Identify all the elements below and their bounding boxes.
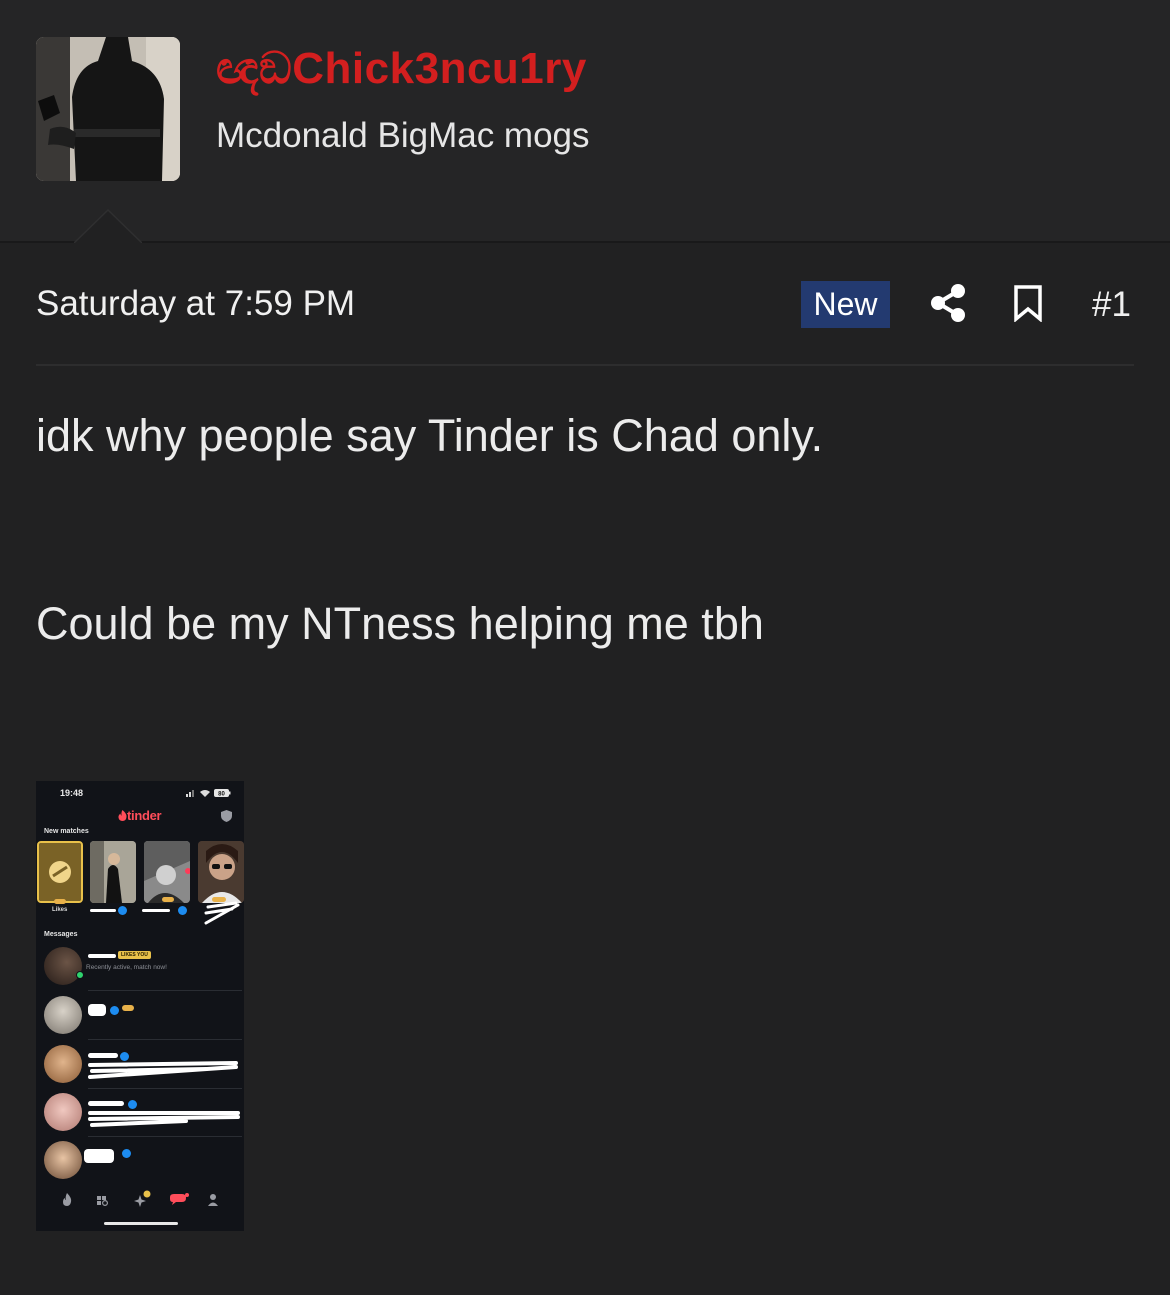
likes-card[interactable] xyxy=(37,841,83,903)
bookmark-icon[interactable] xyxy=(1012,284,1044,322)
redacted-name xyxy=(90,909,116,912)
avatar[interactable] xyxy=(36,37,180,181)
match-photo xyxy=(198,841,244,903)
redacted-name xyxy=(84,1149,114,1163)
match-photo xyxy=(90,841,136,903)
message-row[interactable] xyxy=(42,1089,242,1137)
explore-icon[interactable] xyxy=(97,1196,108,1207)
message-avatar xyxy=(44,947,82,985)
recent-activity-text: Recently active, match now! xyxy=(86,964,167,971)
verified-icon xyxy=(118,906,127,915)
redacted-name xyxy=(88,1004,106,1016)
tinder-logo: tinder xyxy=(118,808,162,823)
redacted-name xyxy=(88,1053,118,1058)
redacted-name xyxy=(88,1101,124,1106)
header-divider xyxy=(0,241,1170,243)
phone-time: 19:48 xyxy=(60,788,84,798)
verified-icon xyxy=(178,906,187,915)
row-divider xyxy=(88,990,242,991)
chat-icon[interactable] xyxy=(170,1193,189,1205)
emoji-mark xyxy=(162,897,174,902)
redacted-name xyxy=(142,909,170,912)
battery-level: 80 xyxy=(218,792,225,798)
share-icon[interactable] xyxy=(928,282,968,324)
post-date[interactable]: Saturday at 7:59 PM xyxy=(36,284,355,324)
match-card[interactable] xyxy=(144,841,190,903)
redacted-name xyxy=(204,901,240,925)
post-text-line: Could be my NTness helping me tbh xyxy=(36,598,764,649)
likes-label: Likes xyxy=(52,907,68,913)
flame-icon xyxy=(118,810,127,821)
message-avatar xyxy=(44,1045,82,1083)
online-dot xyxy=(76,971,84,979)
redacted-message xyxy=(88,1061,238,1079)
likes-you-badge: LIKES YOU xyxy=(118,951,151,959)
message-avatar xyxy=(44,996,82,1034)
new-badge: New xyxy=(801,281,890,328)
phone-tab-bar xyxy=(63,1190,218,1208)
header-pointer xyxy=(74,209,142,243)
post-number-link[interactable]: #1 xyxy=(1092,285,1131,325)
likes-card-art xyxy=(39,843,81,901)
match-photo xyxy=(144,841,190,903)
tinder-wordmark: tinder xyxy=(127,808,162,823)
flame-icon[interactable] xyxy=(63,1193,72,1206)
shield-icon[interactable] xyxy=(221,810,232,822)
username[interactable]: ඥඞChick3ncu1ry xyxy=(216,44,587,94)
match-card[interactable] xyxy=(90,841,136,903)
post-text-line: idk why people say Tinder is Chad only. xyxy=(36,410,824,461)
message-row[interactable]: LIKES YOU Recently active, match now! xyxy=(42,943,242,991)
home-indicator xyxy=(104,1222,178,1225)
message-row[interactable] xyxy=(42,1041,242,1089)
emoji-mark xyxy=(122,1005,134,1011)
new-matches-label: New matches xyxy=(44,828,89,835)
attached-screenshot[interactable]: 19:48 80 tinder New matches Likes Messag… xyxy=(36,781,244,1231)
user-title: Mcdonald BigMac mogs xyxy=(216,116,590,155)
match-card[interactable] xyxy=(198,841,244,903)
message-row[interactable] xyxy=(42,992,242,1040)
redacted-name xyxy=(88,954,116,958)
row-divider xyxy=(88,1039,242,1040)
message-row[interactable] xyxy=(42,1137,242,1185)
meta-divider xyxy=(36,364,1134,366)
emoji-mark xyxy=(54,899,66,904)
message-avatar xyxy=(44,1093,82,1131)
profile-icon[interactable] xyxy=(208,1194,218,1206)
redacted-message xyxy=(88,1111,240,1127)
verified-icon xyxy=(110,1006,119,1015)
messages-label: Messages xyxy=(44,931,78,938)
phone-status-icons: 80 xyxy=(186,789,231,798)
message-avatar xyxy=(44,1141,82,1179)
avatar-photo xyxy=(36,37,180,181)
verified-icon xyxy=(122,1149,131,1158)
spark-icon[interactable] xyxy=(134,1190,151,1208)
